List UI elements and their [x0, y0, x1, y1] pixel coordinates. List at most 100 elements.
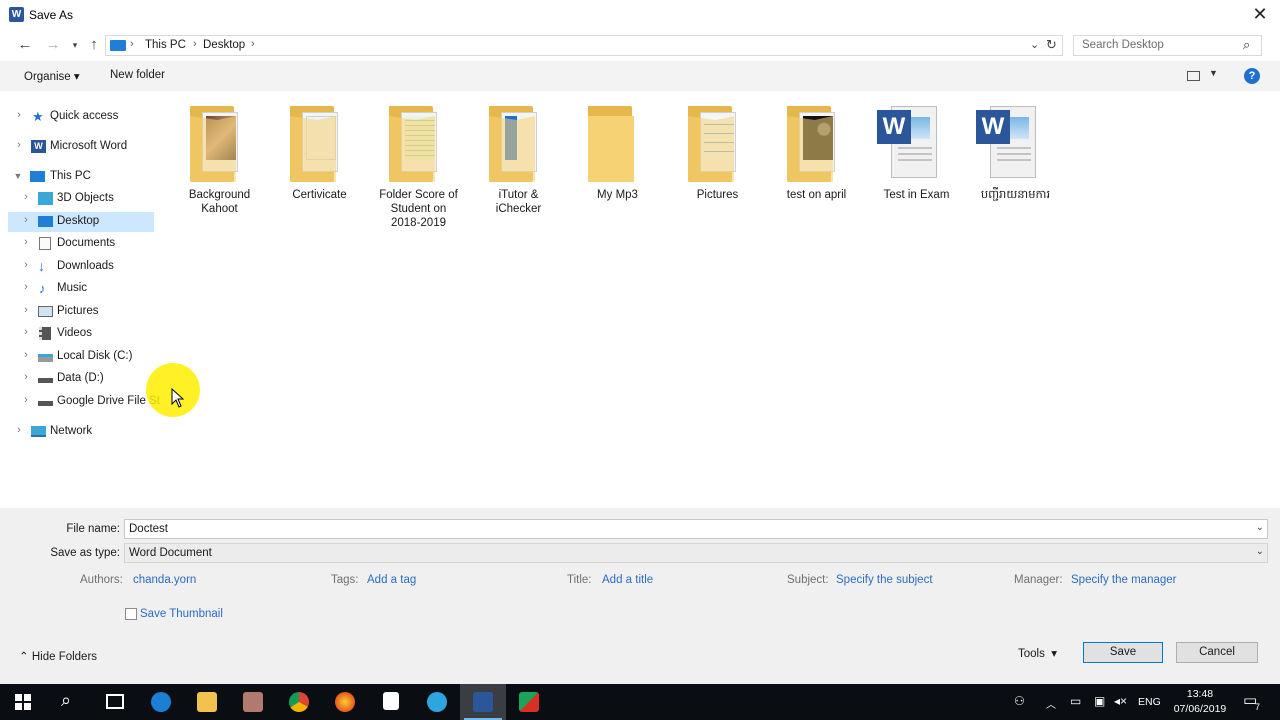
- sidebar-item-google-drive[interactable]: › Google Drive File St: [8, 392, 160, 412]
- close-button[interactable]: ✕: [1250, 3, 1270, 25]
- forward-button[interactable]: →: [44, 36, 62, 54]
- file-item[interactable]: Pictures: [668, 98, 767, 238]
- breadcrumb-desktop[interactable]: Desktop: [203, 39, 245, 51]
- file-item[interactable]: iTutor & iChecker: [469, 98, 568, 238]
- up-button[interactable]: ↑: [85, 36, 103, 54]
- sidebar-item-pictures[interactable]: › Pictures: [8, 302, 158, 322]
- chevron-down-icon[interactable]: ⌄: [1256, 546, 1264, 557]
- clock[interactable]: 13:48 07/06/2019: [1168, 687, 1232, 717]
- chevron-right-icon[interactable]: ›: [21, 214, 31, 226]
- edge-button[interactable]: [138, 684, 184, 720]
- address-bar[interactable]: › This PC › Desktop › ⌄ ↻: [105, 35, 1063, 56]
- breadcrumb-separator-icon[interactable]: ›: [193, 38, 197, 50]
- file-item[interactable]: test on april: [767, 98, 866, 238]
- sidebar-item-label: Microsoft Word: [50, 140, 128, 152]
- chevron-right-icon[interactable]: ›: [21, 281, 31, 293]
- file-name-field[interactable]: Doctest ⌄: [124, 519, 1268, 539]
- chevron-right-icon[interactable]: ›: [21, 326, 31, 338]
- organise-button[interactable]: Organise ▾: [24, 69, 80, 83]
- sidebar-item-this-pc[interactable]: ▼ This PC: [8, 167, 158, 187]
- language-indicator[interactable]: ENG: [1138, 696, 1161, 708]
- search-button[interactable]: ⌕: [46, 684, 92, 720]
- chevron-down-icon[interactable]: ▼: [1209, 68, 1218, 78]
- manager-label: Manager:: [1014, 574, 1063, 586]
- hide-folders-button[interactable]: ⌃ Hide Folders: [19, 649, 97, 663]
- drive-icon: [38, 401, 53, 406]
- breadcrumb-this-pc[interactable]: This PC: [145, 39, 186, 51]
- sidebar-item-label: Documents: [57, 237, 116, 249]
- file-name: Background Kahoot: [188, 189, 251, 215]
- chevron-right-icon[interactable]: ›: [21, 349, 31, 361]
- save-options-panel: File name: Doctest ⌄ Save as type: Word …: [0, 508, 1280, 684]
- file-item[interactable]: Background Kahoot: [170, 98, 269, 238]
- sidebar-item-quick-access[interactable]: › ★ Quick access: [8, 107, 158, 127]
- firefox-button[interactable]: [322, 684, 368, 720]
- file-name: Test in Exam: [883, 189, 950, 201]
- file-item[interactable]: Folder Score of Student on 2018-2019: [369, 98, 468, 238]
- task-view-button[interactable]: [92, 684, 138, 720]
- folder-icon: [688, 106, 746, 184]
- help-icon[interactable]: ?: [1244, 68, 1260, 84]
- file-item[interactable]: My Mp3: [568, 98, 667, 238]
- search-input[interactable]: Search Desktop ⌕: [1073, 35, 1262, 56]
- network-icon[interactable]: ▣: [1094, 694, 1105, 708]
- chevron-right-icon[interactable]: ›: [14, 139, 24, 151]
- app-button[interactable]: [230, 684, 276, 720]
- tools-button[interactable]: Tools ▾: [1018, 646, 1057, 660]
- sidebar-item-3d-objects[interactable]: › 3D Objects: [8, 189, 158, 209]
- save-thumbnail-label[interactable]: Save Thumbnail: [140, 608, 223, 620]
- save-button[interactable]: Save: [1083, 642, 1163, 663]
- view-options-icon[interactable]: [1187, 71, 1200, 81]
- chevron-right-icon[interactable]: ›: [21, 236, 31, 248]
- chevron-down-icon[interactable]: ⌄: [1030, 38, 1039, 51]
- sidebar-item-desktop[interactable]: › Desktop: [8, 212, 154, 232]
- chevron-right-icon[interactable]: ›: [21, 191, 31, 203]
- recent-locations-dropdown[interactable]: ▾: [66, 36, 84, 54]
- new-folder-button[interactable]: New folder: [110, 69, 165, 81]
- refresh-icon[interactable]: ↻: [1046, 37, 1057, 53]
- volume-icon[interactable]: ◂×: [1114, 694, 1127, 708]
- title-field[interactable]: Add a title: [602, 574, 653, 586]
- save-as-type-select[interactable]: Word Document ⌄: [124, 543, 1268, 563]
- start-button[interactable]: [0, 684, 46, 720]
- file-item[interactable]: Certivicate: [270, 98, 369, 238]
- chevron-right-icon[interactable]: ›: [21, 259, 31, 271]
- battery-icon[interactable]: ▭: [1070, 694, 1081, 708]
- chevron-right-icon[interactable]: ›: [21, 394, 31, 406]
- command-bar: Organise ▾ New folder ▼ ?: [0, 61, 1280, 91]
- save-thumbnail-checkbox[interactable]: [125, 608, 137, 620]
- sidebar-item-microsoft-word[interactable]: › W Microsoft Word: [8, 137, 158, 157]
- chrome-button[interactable]: [276, 684, 322, 720]
- sidebar-item-music[interactable]: › ♪ Music: [8, 279, 158, 299]
- telegram-button[interactable]: [414, 684, 460, 720]
- sidebar-item-network[interactable]: › Network: [8, 422, 158, 442]
- chevron-down-icon[interactable]: ⌄: [1256, 522, 1264, 533]
- chevron-right-icon[interactable]: ›: [14, 109, 24, 121]
- sidebar-item-data-d[interactable]: › Data (D:): [8, 369, 158, 389]
- sidebar-item-label: This PC: [50, 170, 91, 182]
- sticky-notes-button[interactable]: [368, 684, 414, 720]
- sidebar-item-videos[interactable]: › Videos: [8, 324, 158, 344]
- file-name: Certivicate: [292, 189, 347, 201]
- chevron-down-icon[interactable]: ▼: [13, 171, 23, 181]
- file-item[interactable]: W បញ្ជីរាយនាមការ: [966, 98, 1065, 238]
- sidebar-item-local-disk-c[interactable]: › Local Disk (C:): [8, 347, 158, 367]
- sidebar-item-documents[interactable]: › Documents: [8, 234, 158, 254]
- cancel-button[interactable]: Cancel: [1176, 642, 1258, 663]
- chevron-right-icon[interactable]: ›: [21, 304, 31, 316]
- chevron-right-icon[interactable]: ›: [14, 424, 24, 436]
- chevron-right-icon[interactable]: ›: [21, 371, 31, 383]
- people-icon[interactable]: ⚇: [1014, 694, 1025, 708]
- file-explorer-button[interactable]: [184, 684, 230, 720]
- authors-field[interactable]: chanda.yorn: [133, 574, 196, 586]
- sidebar-item-downloads[interactable]: › ↓ Downloads: [8, 257, 158, 277]
- breadcrumb-separator-icon[interactable]: ›: [251, 38, 255, 50]
- manager-field[interactable]: Specify the manager: [1071, 574, 1176, 586]
- tags-field[interactable]: Add a tag: [367, 574, 416, 586]
- chevron-up-icon[interactable]: ︿: [1046, 696, 1056, 711]
- word-taskbar-button[interactable]: [460, 684, 506, 720]
- back-button[interactable]: ←: [16, 36, 34, 54]
- file-item[interactable]: W Test in Exam: [867, 98, 966, 238]
- app-button[interactable]: [506, 684, 552, 720]
- subject-field[interactable]: Specify the subject: [836, 574, 933, 586]
